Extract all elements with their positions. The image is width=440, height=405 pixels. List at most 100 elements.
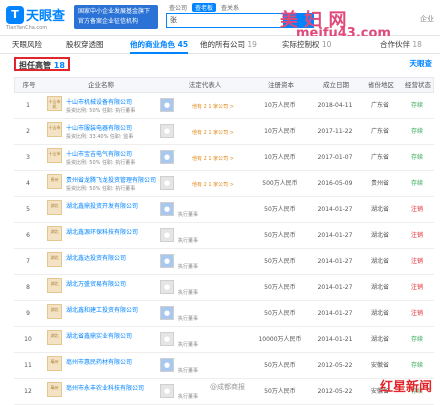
table-row[interactable]: 5 湖北 湖北鑫鼎投资开发有限公司 ● 执行董事 50万人民币 2014-01-27 湖北省 注… [14,197,434,223]
col-region: 省份地区 [368,81,394,89]
founded-date: 2014-01-27 [317,258,353,265]
region: 湖北省 [370,232,389,239]
legal-rep-note[interactable]: 他有 2 1 家公司 > [192,103,234,110]
registered-capital: 50万人民币 [264,388,296,395]
registered-capital: 50万人民币 [264,206,296,213]
tab-equity-graph[interactable]: 股权穿透图 [66,36,104,54]
credit-watermark: @成都商报 [210,383,245,391]
col-status: 经营状态 [405,81,431,89]
registered-capital: 10万人民币 [264,102,296,109]
search-tab-relation[interactable]: 查关系 [218,3,242,12]
legal-rep-avatar[interactable]: ● [160,280,174,294]
company-logo-icon: 湖北 [47,226,62,241]
company-name-link[interactable]: 湖北鑫鼎投资开发有限公司 [66,201,138,210]
legal-rep-avatar[interactable]: ● [160,384,174,398]
table-row[interactable]: 3 十山市 十山市宝吉电气有限公司 投资比例: 50% 任职: 执行董事 ● 他有 2 1… [14,145,434,171]
tab-partners[interactable]: 合作伙伴 18 [380,36,422,54]
legal-rep-avatar[interactable]: ● [160,358,174,372]
header-right-link[interactable]: 企业 [420,14,434,24]
legal-rep-avatar[interactable]: ● [160,228,174,242]
table-row[interactable]: 6 湖北 湖北鑫源环保科技有限公司 ● 执行董事 50万人民币 2014-01-27 湖北省 注… [14,223,434,249]
legal-rep-note: 执行董事 [178,316,199,322]
company-name-link[interactable]: 十山市服装电器有限公司 [66,123,132,132]
company-name-link[interactable]: 湖北省鑫鼎实业有限公司 [66,331,132,340]
row-number: 5 [26,206,30,213]
region: 湖北省 [370,336,389,343]
col-capital: 注册资本 [268,81,294,89]
table-row[interactable]: 9 湖北 湖北鑫和建工投资有限公司 ● 执行董事 50万人民币 2014-01-27 湖北省 注… [14,301,434,327]
table-row[interactable]: 1 十山市机 十山市机械设备有限公司 投资比例: 50% 任职: 执行董事 ● 他有 2 … [14,93,434,119]
company-name-link[interactable]: 湖北万盛贸易有限公司 [66,279,126,288]
company-investment-info: 投资比例: 50% 任职: 执行董事 [66,186,136,192]
region: 湖北省 [370,310,389,317]
company-name-link[interactable]: 湖北鑫源环保科技有限公司 [66,227,138,236]
founded-date: 2014-01-27 [317,310,353,317]
legal-rep-avatar[interactable]: ● [160,98,174,112]
legal-rep-avatar[interactable]: ● [160,306,174,320]
status-badge: 注销 [410,258,423,265]
company-logo-icon: 湖北 [47,278,62,293]
tab-business-roles[interactable]: 他的商业角色 45 [130,36,189,54]
founded-date: 2014-01-27 [317,206,353,213]
company-name-link[interactable]: 湖北鑫达投资有限公司 [66,253,126,262]
search-input[interactable]: 张 [166,13,284,28]
company-logo-icon: 贵州 [47,174,62,189]
tab-risk[interactable]: 天眼风险 [12,36,42,54]
company-logo-icon: 十山市 [47,122,62,137]
company-name-link[interactable]: 亳州市永丰农业科技有限公司 [66,383,144,392]
table-row[interactable]: 2 十山市 十山市服装电器有限公司 投资比例: 33.40% 任职: 监事 ● 他有 2 … [14,119,434,145]
row-number: 4 [26,180,30,187]
row-number: 11 [24,362,32,369]
company-investment-info: 投资比例: 33.40% 任职: 监事 [66,134,134,140]
search-tab-boss[interactable]: 查老板 [192,3,217,12]
row-number: 1 [26,102,30,109]
company-name-link[interactable]: 亳州市惠民药材有限公司 [66,357,132,366]
status-badge: 注销 [410,232,423,239]
section-bar: 担任高管 18 天眼查 [0,55,440,73]
col-date: 成立日期 [323,81,349,89]
registered-capital: 10万人民币 [264,128,296,135]
legal-rep-avatar[interactable]: ● [160,124,174,138]
red-star-logo: 红星新闻 [379,380,432,395]
legal-rep-note[interactable]: 他有 2 1 家公司 > [192,129,234,136]
legal-rep-avatar[interactable]: ● [160,332,174,346]
legal-rep-note[interactable]: 他有 2 1 家公司 > [192,181,234,188]
table-row[interactable]: 7 湖北 湖北鑫达投资有限公司 ● 执行董事 50万人民币 2014-01-27 湖北省 注销 [14,249,434,275]
search-tab-company[interactable]: 查公司 [166,3,190,12]
legal-rep-note[interactable]: 他有 2 1 家公司 > [192,155,234,162]
promo-banner[interactable]: 国家中小企业发展基金旗下官方备案企业征信机构 [74,5,158,29]
site-logo[interactable]: T 天眼查 TianYanCha.com [6,4,72,32]
table-row[interactable]: 8 湖北 湖北万盛贸易有限公司 ● 执行董事 50万人民币 2014-01-27 湖北省 注销 [14,275,434,301]
status-badge: 存续 [410,336,423,343]
legal-rep-note: 执行董事 [178,342,199,348]
status-badge: 存续 [410,180,423,187]
col-legal: 法定代表人 [188,81,222,89]
status-badge: 注销 [410,310,423,317]
table-row[interactable]: 10 湖北 湖北省鑫鼎实业有限公司 ● 执行董事 10000万人民币 2014-01-21 湖… [14,327,434,353]
founded-date: 2012-05-22 [317,362,353,369]
row-number: 9 [26,310,30,317]
legal-rep-note: 执行董事 [178,368,199,374]
region: 广东省 [370,154,389,161]
tab-control[interactable]: 实际控制权 10 [282,36,331,54]
status-badge: 存续 [410,128,423,135]
founded-date: 2014-01-27 [317,284,353,291]
registered-capital: 10万人民币 [264,154,296,161]
region: 贵州省 [370,180,389,187]
region: 湖北省 [370,258,389,265]
company-name-link[interactable]: 贵州省龙腾飞龙投资管理有限公司 [66,175,156,184]
registered-capital: 50万人民币 [264,284,296,291]
legal-rep-avatar[interactable]: ● [160,150,174,164]
tab-all-companies[interactable]: 他的所有公司 19 [200,36,257,54]
table-row[interactable]: 4 贵州 贵州省龙腾飞龙投资管理有限公司 投资比例: 50% 任职: 执行董事 ● 他有 … [14,171,434,197]
table-row[interactable]: 11 亳州 亳州市惠民药材有限公司 ● 执行董事 50万人民币 2012-05-22 安徽省存… [14,353,434,379]
company-name-link[interactable]: 十山市机械设备有限公司 [66,97,132,106]
legal-rep-avatar[interactable]: ● [160,202,174,216]
legal-rep-avatar[interactable]: ● [160,254,174,268]
founded-date: 2016-05-09 [317,180,353,187]
status-badge: 注销 [410,206,423,213]
company-name-link[interactable]: 湖北鑫和建工投资有限公司 [66,305,138,314]
company-name-link[interactable]: 十山市宝吉电气有限公司 [66,149,132,158]
legal-rep-avatar[interactable]: ● [160,176,174,190]
legal-rep-note: 执行董事 [178,290,199,296]
